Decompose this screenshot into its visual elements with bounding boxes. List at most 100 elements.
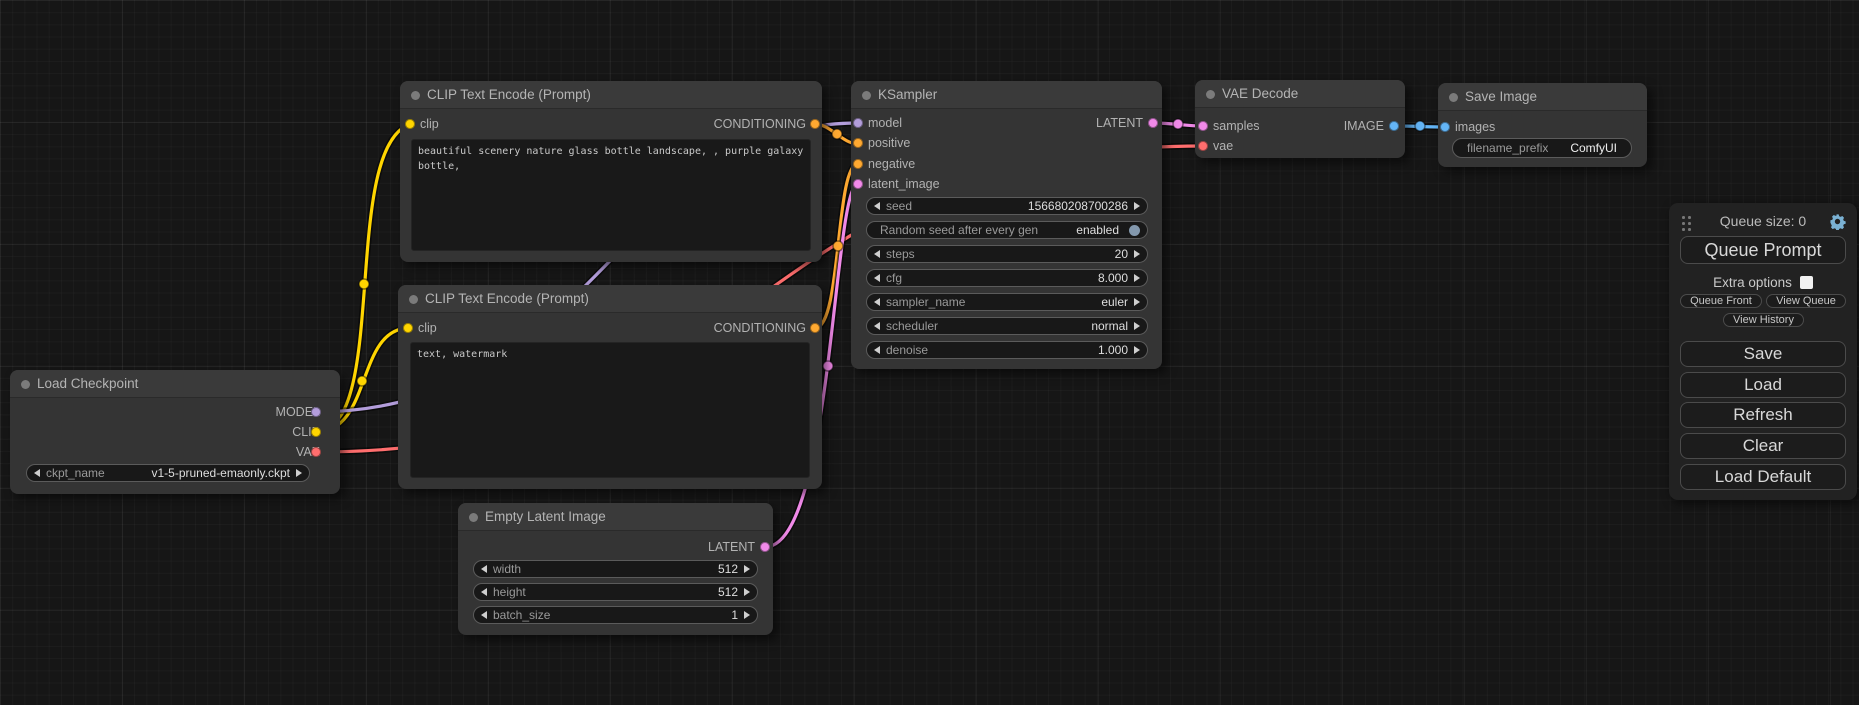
increment-arrow-icon[interactable]: [1134, 298, 1140, 306]
save-button[interactable]: Save: [1680, 341, 1846, 367]
input-label-vae: vae: [1213, 138, 1233, 154]
widget-value: enabled: [1076, 223, 1119, 237]
widget-value: euler: [1101, 295, 1128, 309]
node-header[interactable]: Load Checkpoint: [10, 370, 340, 398]
increment-arrow-icon[interactable]: [1134, 322, 1140, 330]
node-title: CLIP Text Encode (Prompt): [427, 87, 591, 102]
collapse-dot-icon[interactable]: [21, 380, 30, 389]
load-button[interactable]: Load: [1680, 372, 1846, 398]
seed-widget[interactable]: seed 156680208700286: [866, 197, 1148, 215]
increment-arrow-icon[interactable]: [1134, 274, 1140, 282]
collapse-dot-icon[interactable]: [1449, 93, 1458, 102]
decrement-arrow-icon[interactable]: [34, 469, 40, 477]
decrement-arrow-icon[interactable]: [481, 588, 487, 596]
widget-value: v1-5-pruned-emaonly.ckpt: [151, 466, 290, 480]
decrement-arrow-icon[interactable]: [481, 565, 487, 573]
input-slot-latent-image[interactable]: [853, 179, 863, 189]
node-clip-text-encode-negative[interactable]: CLIP Text Encode (Prompt) clip CONDITION…: [398, 285, 822, 489]
node-header[interactable]: KSampler: [851, 81, 1162, 109]
output-label-image: IMAGE: [1344, 118, 1384, 134]
collapse-dot-icon[interactable]: [1206, 90, 1215, 99]
sampler-name-widget[interactable]: sampler_name euler: [866, 293, 1148, 311]
width-widget[interactable]: width 512: [473, 560, 758, 578]
increment-arrow-icon[interactable]: [1134, 346, 1140, 354]
denoise-widget[interactable]: denoise 1.000: [866, 341, 1148, 359]
steps-widget[interactable]: steps 20: [866, 245, 1148, 263]
increment-arrow-icon[interactable]: [1134, 250, 1140, 258]
random-seed-toggle-widget[interactable]: Random seed after every gen enabled: [866, 221, 1148, 239]
node-header[interactable]: VAE Decode: [1195, 80, 1405, 108]
increment-arrow-icon[interactable]: [296, 469, 302, 477]
increment-arrow-icon[interactable]: [744, 611, 750, 619]
node-header[interactable]: CLIP Text Encode (Prompt): [400, 81, 822, 109]
input-slot-model[interactable]: [853, 118, 863, 128]
view-history-button[interactable]: View History: [1723, 313, 1804, 327]
decrement-arrow-icon[interactable]: [874, 274, 880, 282]
input-label-negative: negative: [868, 156, 915, 172]
view-queue-button[interactable]: View Queue: [1766, 294, 1846, 308]
input-slot-clip[interactable]: [403, 323, 413, 333]
decrement-arrow-icon[interactable]: [874, 322, 880, 330]
output-slot-model[interactable]: [311, 407, 321, 417]
input-slot-images[interactable]: [1440, 122, 1450, 132]
node-header[interactable]: Empty Latent Image: [458, 503, 773, 531]
filename-prefix-widget[interactable]: filename_prefix ComfyUI: [1452, 138, 1632, 158]
ckpt-name-widget[interactable]: ckpt_name v1-5-pruned-emaonly.ckpt: [26, 464, 310, 482]
output-slot-image[interactable]: [1389, 121, 1399, 131]
node-save-image[interactable]: Save Image images filename_prefix ComfyU…: [1438, 83, 1647, 167]
output-slot-latent[interactable]: [760, 542, 770, 552]
input-slot-negative[interactable]: [853, 159, 863, 169]
cfg-widget[interactable]: cfg 8.000: [866, 269, 1148, 287]
decrement-arrow-icon[interactable]: [874, 202, 880, 210]
node-ksampler[interactable]: KSampler model positive negative latent_…: [851, 81, 1162, 369]
collapse-dot-icon[interactable]: [862, 91, 871, 100]
output-slot-conditioning[interactable]: [810, 119, 820, 129]
decrement-arrow-icon[interactable]: [874, 346, 880, 354]
decrement-arrow-icon[interactable]: [874, 298, 880, 306]
extra-options-checkbox[interactable]: [1800, 276, 1813, 289]
queue-prompt-button[interactable]: Queue Prompt: [1680, 236, 1846, 264]
collapse-dot-icon[interactable]: [411, 91, 420, 100]
settings-gear-icon[interactable]: [1829, 213, 1846, 230]
input-label-model: model: [868, 115, 902, 131]
input-slot-clip[interactable]: [405, 119, 415, 129]
height-widget[interactable]: height 512: [473, 583, 758, 601]
decrement-arrow-icon[interactable]: [481, 611, 487, 619]
input-slot-samples[interactable]: [1198, 121, 1208, 131]
node-header[interactable]: Save Image: [1438, 83, 1647, 111]
node-header[interactable]: CLIP Text Encode (Prompt): [398, 285, 822, 313]
node-vae-decode[interactable]: VAE Decode samples vae IMAGE: [1195, 80, 1405, 158]
input-slot-vae[interactable]: [1198, 141, 1208, 151]
link-dot-samples: [1173, 119, 1183, 129]
scheduler-widget[interactable]: scheduler normal: [866, 317, 1148, 335]
collapse-dot-icon[interactable]: [409, 295, 418, 304]
node-clip-text-encode-positive[interactable]: CLIP Text Encode (Prompt) clip CONDITION…: [400, 81, 822, 262]
collapse-dot-icon[interactable]: [469, 513, 478, 522]
output-label-conditioning: CONDITIONING: [714, 116, 806, 132]
increment-arrow-icon[interactable]: [744, 565, 750, 573]
widget-label: filename_prefix: [1467, 141, 1548, 155]
prompt-textarea[interactable]: beautiful scenery nature glass bottle la…: [411, 139, 811, 251]
output-slot-latent[interactable]: [1148, 118, 1158, 128]
increment-arrow-icon[interactable]: [744, 588, 750, 596]
toggle-dot-icon[interactable]: [1129, 225, 1140, 236]
input-slot-positive[interactable]: [853, 138, 863, 148]
widget-label: Random seed after every gen: [880, 223, 1038, 237]
node-empty-latent-image[interactable]: Empty Latent Image LATENT width 512 heig…: [458, 503, 773, 635]
output-slot-conditioning[interactable]: [810, 323, 820, 333]
comfyui-canvas[interactable]: { "palette": { "model": "#B39DDB", "clip…: [0, 0, 1859, 705]
output-slot-vae[interactable]: [311, 447, 321, 457]
queue-front-button[interactable]: Queue Front: [1680, 294, 1762, 308]
clear-button[interactable]: Clear: [1680, 433, 1846, 459]
node-title: CLIP Text Encode (Prompt): [425, 291, 589, 306]
input-label-latent-image: latent_image: [868, 176, 940, 192]
prompt-textarea[interactable]: text, watermark: [410, 342, 810, 478]
batch-size-widget[interactable]: batch_size 1: [473, 606, 758, 624]
output-slot-clip[interactable]: [311, 427, 321, 437]
load-default-button[interactable]: Load Default: [1680, 464, 1846, 490]
increment-arrow-icon[interactable]: [1134, 202, 1140, 210]
output-label-conditioning: CONDITIONING: [714, 320, 806, 336]
node-load-checkpoint[interactable]: Load Checkpoint MODEL CLIP VAE ckpt_name…: [10, 370, 340, 494]
decrement-arrow-icon[interactable]: [874, 250, 880, 258]
refresh-button[interactable]: Refresh: [1680, 402, 1846, 428]
